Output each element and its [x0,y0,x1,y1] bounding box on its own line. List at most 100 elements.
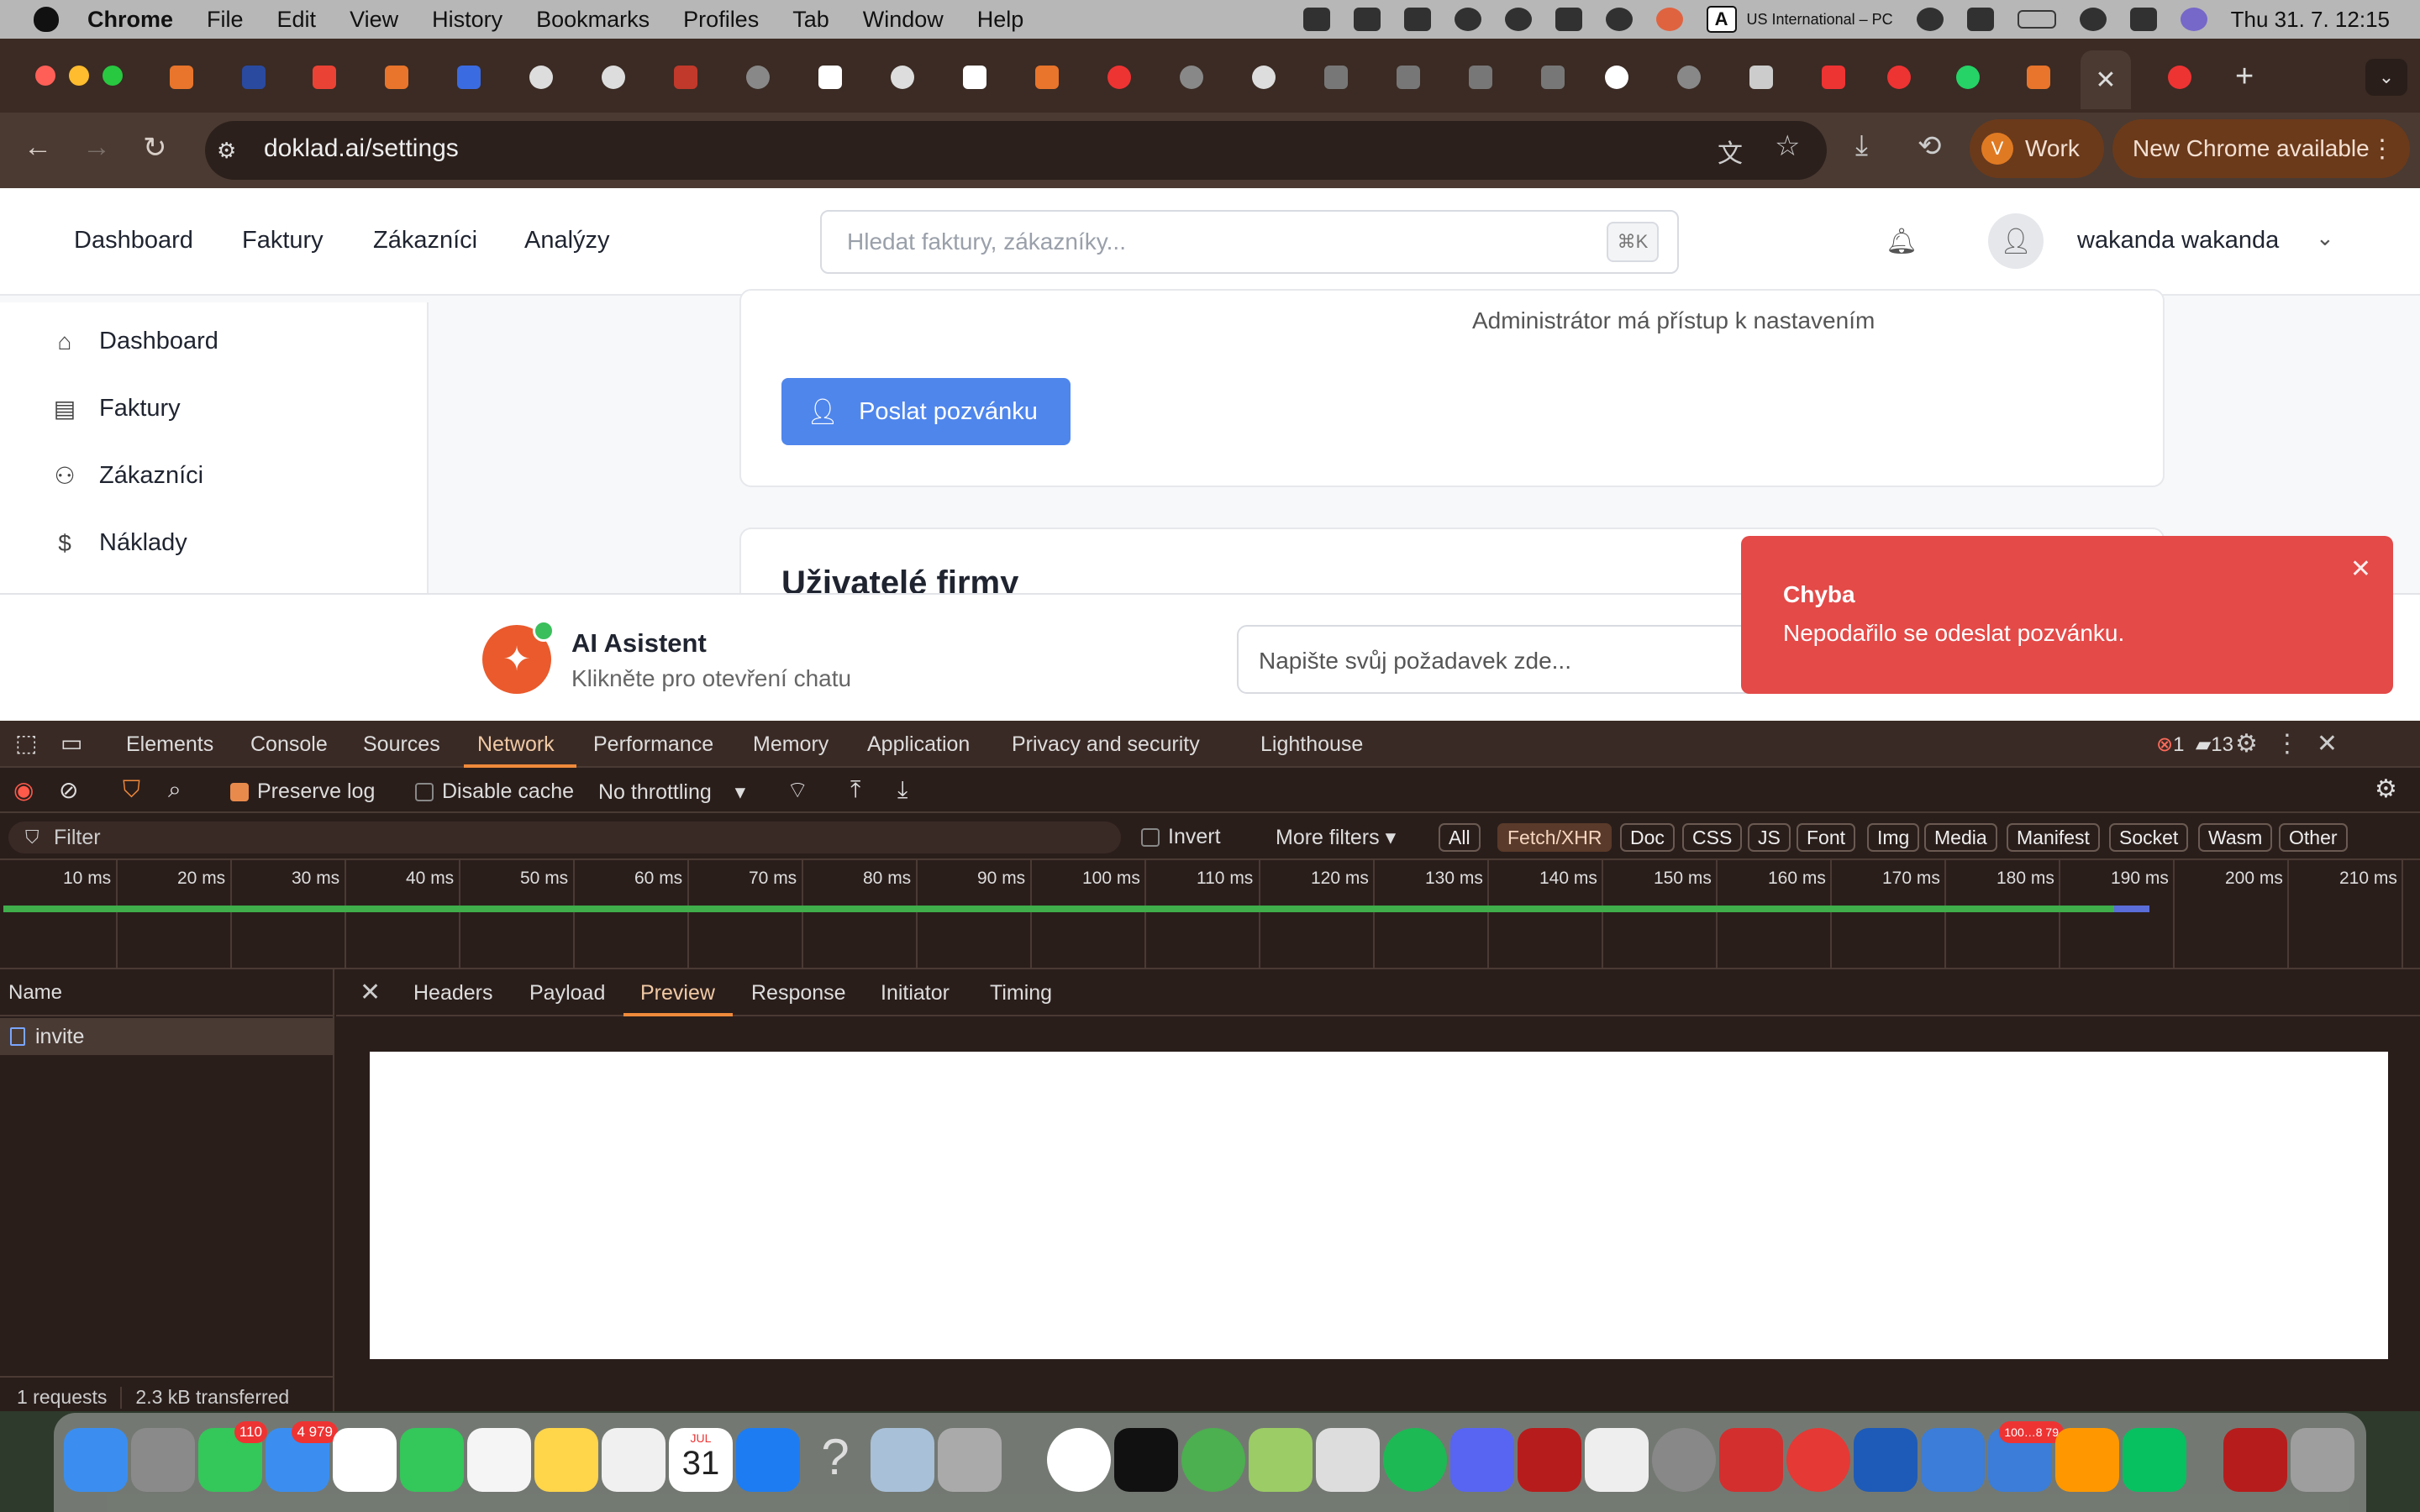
checkbox-unchecked[interactable] [415,783,434,801]
type-filter-wasm[interactable]: Wasm [2198,823,2273,852]
mail-icon[interactable]: 4 979 [266,1421,338,1492]
gear-icon[interactable]: ⚙ [2375,774,2397,804]
ai-chat-input[interactable] [1259,645,1729,677]
tab-favicon-app[interactable] [242,66,266,89]
update-chrome-button[interactable]: New Chrome available ⋮ [2112,119,2410,178]
menu-edit[interactable]: Edit [277,7,317,33]
tab-timing[interactable]: Timing [990,981,1052,1005]
chevron-down-icon[interactable]: ⌄ [2316,225,2334,251]
tab-favicon-globe[interactable] [1677,66,1701,89]
type-filter-socket[interactable]: Socket [2109,823,2189,852]
creative-cloud-icon[interactable] [1786,1428,1850,1492]
window-zoom-button[interactable] [103,66,123,86]
notes-icon[interactable] [534,1428,598,1492]
more-filters-dropdown[interactable]: More filters ▾ [1276,825,1396,850]
menu-history[interactable]: History [432,7,502,33]
search-icon[interactable]: ⌕ [168,776,182,804]
invert-checkbox[interactable]: Invert [1141,825,1221,849]
bell-icon[interactable]: 🔔︎ [1886,227,1918,256]
creative-cloud-tray-icon[interactable] [1504,8,1532,31]
upload-icon[interactable]: ⤒ [850,776,860,804]
tab-application[interactable]: Application [867,732,970,757]
type-filter-img[interactable]: Img [1867,823,1920,852]
sidebar-item-faktury[interactable]: ▤ Faktury [52,395,181,423]
menu-profiles[interactable]: Profiles [683,7,759,33]
photos-icon[interactable] [333,1428,397,1492]
new-tab-button[interactable]: + [2235,59,2254,95]
type-filter-manifest[interactable]: Manifest [2007,823,2100,852]
checkbox-unchecked[interactable] [1141,828,1160,847]
messages-icon[interactable]: 110 [198,1421,267,1492]
tab-memory[interactable]: Memory [753,732,829,757]
menu-bookmarks[interactable]: Bookmarks [536,7,650,33]
type-filter-other[interactable]: Other [2279,823,2348,852]
grid-tray-icon[interactable] [1403,8,1431,31]
nav-faktury[interactable]: Faktury [242,227,324,255]
remote-desktop-icon[interactable]: 100…8 79 [1988,1421,2064,1492]
menu-app-name[interactable]: Chrome [87,7,173,33]
filezilla-icon[interactable] [2223,1428,2287,1492]
tab-initiator[interactable]: Initiator [881,981,950,1005]
trash-icon[interactable] [2291,1428,2354,1492]
tab-response[interactable]: Response [751,981,846,1005]
openai-tray-icon[interactable] [1605,8,1633,31]
tab-favicon-doklad[interactable] [385,66,408,89]
wechat-tray-icon[interactable] [1302,8,1330,31]
filezilla-icon[interactable] [1518,1428,1581,1492]
kebab-menu-icon[interactable]: ⋮ [2275,730,2317,758]
tab-favicon-doklad[interactable] [170,66,193,89]
inspect-element-icon[interactable]: ⬚ [15,729,37,757]
wifi-icon[interactable] [1916,8,1944,31]
tab-favicon-amazon[interactable] [818,66,842,89]
tab-favicon-doklad[interactable] [2027,66,2050,89]
back-arrow-icon[interactable]: ← [24,131,52,164]
type-filter-media[interactable]: Media [1924,823,1997,852]
type-filter-doc[interactable]: Doc [1620,823,1675,852]
siri-icon[interactable] [2180,8,2207,31]
forward-arrow-icon[interactable]: → [82,131,111,164]
close-icon[interactable]: ✕ [2317,730,2354,758]
bookmark-star-icon[interactable]: ☆ [1775,129,1800,163]
sidebar-item-naklady[interactable]: $ Náklady [52,529,187,557]
menu-help[interactable]: Help [977,7,1024,33]
tab-favicon-docs[interactable] [457,66,481,89]
tab-favicon-grid[interactable] [1469,66,1492,89]
type-filter-fetch-xhr[interactable]: Fetch/XHR [1497,823,1612,852]
preview-app-icon[interactable] [871,1428,934,1492]
spotify-icon[interactable] [1383,1428,1447,1492]
system-settings-icon[interactable] [1652,1428,1716,1492]
send-invite-button[interactable]: 👤︎ Poslat pozvánku [781,378,1071,445]
spotlight-search-icon[interactable] [2079,8,2107,31]
vlc-tray-icon[interactable] [1353,8,1381,31]
tab-favicon-amazon[interactable] [963,66,986,89]
menu-view[interactable]: View [350,7,398,33]
remote-desktop-icon[interactable] [1921,1428,1985,1492]
finder-icon[interactable] [64,1428,128,1492]
tab-favicon-globe[interactable] [1180,66,1203,89]
tab-favicon-chatgpt[interactable] [602,66,625,89]
tab-favicon-shop[interactable] [1822,66,1845,89]
terminal-icon[interactable] [1114,1428,1178,1492]
type-filter-css[interactable]: CSS [1682,823,1743,852]
app-store-icon[interactable] [736,1428,800,1492]
download-icon[interactable]: ⤓ [1855,129,1868,162]
tab-sources[interactable]: Sources [363,732,440,757]
tab-favicon-app[interactable] [2168,66,2191,89]
help-question-icon[interactable]: ? [803,1428,867,1492]
nav-zakaznici[interactable]: Zákazníci [373,227,477,255]
filter-icon[interactable]: ⛉ [123,776,140,804]
tab-favicon-grid[interactable] [1541,66,1565,89]
word-icon[interactable] [1854,1428,1918,1492]
battery-icon[interactable] [2017,10,2056,29]
tab-favicon-whatsapp[interactable] [1956,66,1980,89]
tab-favicon-globe[interactable] [746,66,770,89]
tab-preview[interactable]: Preview [640,981,715,1005]
launchpad-icon[interactable] [131,1428,195,1492]
global-search[interactable]: ⌘K [820,210,1679,274]
acrobat-icon[interactable] [1719,1428,1783,1492]
tab-favicon-chatgpt[interactable] [891,66,914,89]
tab-favicon-app[interactable] [1107,66,1131,89]
profile-button[interactable]: V Work [1970,119,2104,178]
type-filter-all[interactable]: All [1439,823,1481,852]
network-conditions-icon[interactable]: ⌔ [786,776,808,806]
